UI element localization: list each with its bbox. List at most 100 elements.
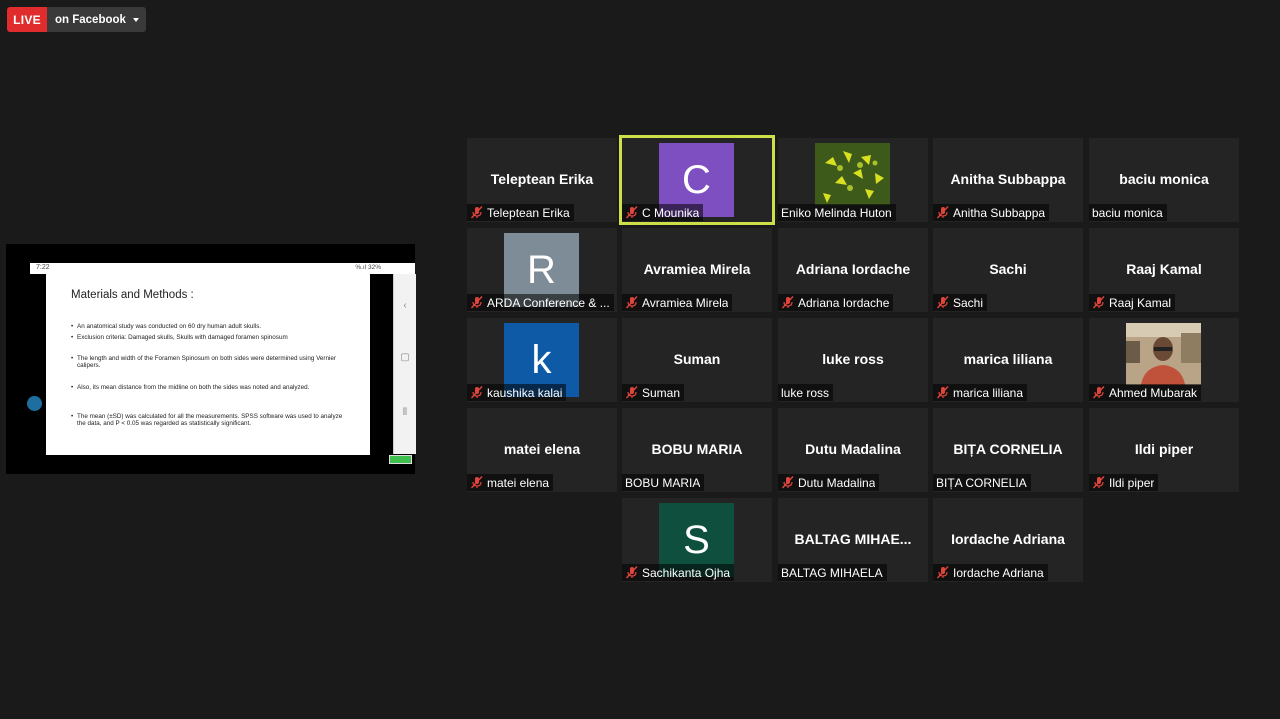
slide-bullet: • Exclusion criteria: Damaged skulls, Sku… xyxy=(71,334,288,341)
slide-bullet: • An anatomical study was conducted on 60… xyxy=(71,323,262,330)
participant-display-name: marica liliana xyxy=(963,351,1053,367)
battery-icon xyxy=(389,455,412,464)
participant-name: Ahmed Mubarak xyxy=(1109,385,1198,400)
participant-name-label: ARDA Conference & ... xyxy=(467,294,614,311)
participant-name: Eniko Melinda Huton xyxy=(781,205,892,220)
participant-tile[interactable]: Eniko Melinda Huton xyxy=(778,138,928,222)
participant-name: Anitha Subbappa xyxy=(953,205,1046,220)
mic-muted-icon xyxy=(1092,386,1106,399)
participant-tile[interactable]: Adriana Iordache Adriana Iordache xyxy=(778,228,928,312)
participant-name: matei elena xyxy=(487,475,550,490)
participant-name-label: BIȚA CORNELIA xyxy=(933,474,1031,491)
participant-name-label: Sachi xyxy=(933,294,988,311)
participant-tile[interactable]: Suman Suman xyxy=(622,318,772,402)
mic-muted-icon xyxy=(470,296,484,309)
slide-bullet: • The mean (±SD) was calculated for all t… xyxy=(71,413,343,427)
presentation-slide: Materials and Methods : • An anatomical s… xyxy=(46,274,370,455)
participant-display-name: Ildi piper xyxy=(1134,441,1194,457)
mic-muted-icon xyxy=(936,386,950,399)
participant-name: Suman xyxy=(642,385,681,400)
participant-tile[interactable]: Anitha Subbappa Anitha Subbappa xyxy=(933,138,1083,222)
mic-muted-icon xyxy=(1092,476,1106,489)
participant-name: baciu monica xyxy=(1092,205,1163,220)
participant-display-name: baciu monica xyxy=(1119,171,1209,187)
participant-display-name: Adriana Iordache xyxy=(795,261,911,277)
participant-name: BALTAG MIHAELA xyxy=(781,565,883,580)
live-destination-label: on Facebook xyxy=(55,13,126,26)
participant-display-name: BOBU MARIA xyxy=(651,441,743,457)
participant-tile[interactable]: BOBU MARIA BOBU MARIA xyxy=(622,408,772,492)
video-feed xyxy=(1126,323,1201,385)
participant-tile[interactable]: BIȚA CORNELIA BIȚA CORNELIA xyxy=(933,408,1083,492)
participant-name: luke ross xyxy=(781,385,830,400)
participant-tile[interactable]: CC Mounika xyxy=(619,135,775,225)
participant-tile[interactable]: Ildi piper Ildi piper xyxy=(1089,408,1239,492)
recents-icon: ⦀ xyxy=(402,407,408,418)
participant-name: Raaj Kamal xyxy=(1109,295,1172,310)
participant-tile[interactable]: Dutu Madalina Dutu Madalina xyxy=(778,408,928,492)
participant-name: ARDA Conference & ... xyxy=(487,295,610,310)
participant-tile[interactable]: Avramiea Mirela Avramiea Mirela xyxy=(622,228,772,312)
live-badge: LIVE xyxy=(7,7,47,32)
participant-tile[interactable]: Raaj Kamal Raaj Kamal xyxy=(1089,228,1239,312)
participant-tile[interactable]: S Sachikanta Ojha xyxy=(622,498,772,582)
video-feed xyxy=(815,143,890,205)
mic-muted-icon xyxy=(470,386,484,399)
participant-tile[interactable]: baciu monica baciu monica xyxy=(1089,138,1239,222)
participant-name: BOBU MARIA xyxy=(625,475,701,490)
participant-name: BIȚA CORNELIA xyxy=(936,475,1027,490)
participant-name-label: Iordache Adriana xyxy=(933,564,1048,581)
mic-muted-icon xyxy=(936,566,950,579)
mic-muted-icon xyxy=(625,566,639,579)
home-icon: ▢ xyxy=(400,352,410,363)
participant-tile[interactable]: marica liliana marica liliana xyxy=(933,318,1083,402)
participant-name-label: C Mounika xyxy=(622,204,704,221)
participant-display-name: Dutu Madalina xyxy=(805,441,901,457)
mic-muted-icon xyxy=(781,296,795,309)
mic-muted-icon xyxy=(936,296,950,309)
participant-tile[interactable]: Teleptean Erika Teleptean Erika xyxy=(467,138,617,222)
participant-display-name: matei elena xyxy=(503,441,581,457)
participant-name-label: marica liliana xyxy=(933,384,1028,401)
participant-name-label: BALTAG MIHAELA xyxy=(778,564,887,581)
participant-display-name: luke ross xyxy=(822,351,884,367)
floating-bubble-icon xyxy=(27,396,42,411)
mic-muted-icon xyxy=(470,476,484,489)
participant-display-name: Teleptean Erika xyxy=(490,171,594,187)
mic-muted-icon xyxy=(781,476,795,489)
participant-display-name: Avramiea Mirela xyxy=(643,261,751,277)
participant-tile[interactable]: BALTAG MIHAE... BALTAG MIHAELA xyxy=(778,498,928,582)
participant-name-label: kaushika kalai xyxy=(467,384,567,401)
participant-name: kaushika kalai xyxy=(487,385,563,400)
status-indicators: %.ıl 32% xyxy=(355,264,381,271)
participant-name: Ildi piper xyxy=(1109,475,1155,490)
slide-bullet: • Also, its mean distance from the midlin… xyxy=(71,384,310,391)
participant-name: Adriana Iordache xyxy=(798,295,890,310)
mic-muted-icon xyxy=(1092,296,1106,309)
participant-name-label: Raaj Kamal xyxy=(1089,294,1176,311)
participant-name-label: Teleptean Erika xyxy=(467,204,574,221)
back-icon: ‹ xyxy=(403,300,407,311)
slide-title: Materials and Methods : xyxy=(71,289,194,301)
live-destination-dropdown[interactable]: on Facebook xyxy=(47,7,146,32)
participant-name: Avramiea Mirela xyxy=(642,295,729,310)
chevron-down-icon xyxy=(132,17,139,22)
participant-tile[interactable]: Sachi Sachi xyxy=(933,228,1083,312)
participant-tile[interactable]: Iordache Adriana Iordache Adriana xyxy=(933,498,1083,582)
participant-name: Sachikanta Ojha xyxy=(642,565,731,580)
participant-name-label: BOBU MARIA xyxy=(622,474,705,491)
mic-muted-icon xyxy=(936,206,950,219)
phone-status-bar: 7:22 %.ıl 32% xyxy=(30,263,415,274)
participant-name: Iordache Adriana xyxy=(953,565,1044,580)
mic-muted-icon xyxy=(470,206,484,219)
mic-muted-icon xyxy=(625,386,639,399)
participant-name-label: Dutu Madalina xyxy=(778,474,880,491)
live-indicator[interactable]: LIVE on Facebook xyxy=(7,7,146,32)
participant-name-label: baciu monica xyxy=(1089,204,1167,221)
participant-tile[interactable]: matei elena matei elena xyxy=(467,408,617,492)
participant-tile[interactable]: luke ross luke ross xyxy=(778,318,928,402)
participant-name-label: Avramiea Mirela xyxy=(622,294,733,311)
participant-tile[interactable]: Ahmed Mubarak xyxy=(1089,318,1239,402)
participant-tile[interactable]: k kaushika kalai xyxy=(467,318,617,402)
participant-tile[interactable]: R ARDA Conference & ... xyxy=(467,228,617,312)
